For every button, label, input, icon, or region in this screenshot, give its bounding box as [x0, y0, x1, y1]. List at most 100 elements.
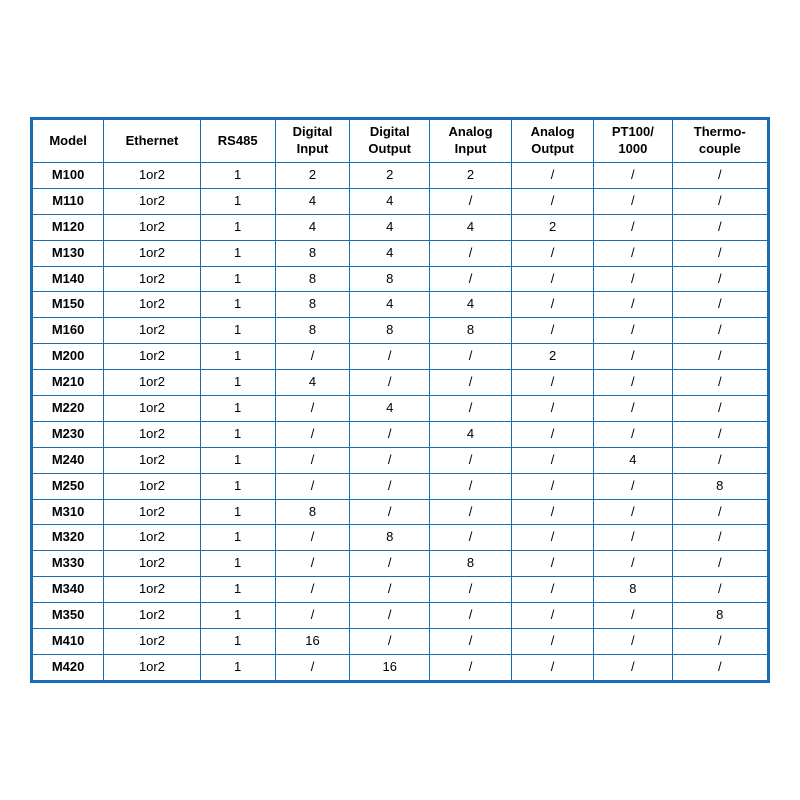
data-cell: /: [512, 162, 594, 188]
data-cell: 8: [430, 318, 512, 344]
model-cell: M230: [33, 421, 104, 447]
data-cell: 4: [275, 188, 350, 214]
data-cell: /: [512, 499, 594, 525]
data-cell: /: [672, 214, 767, 240]
data-cell: 8: [275, 292, 350, 318]
col-analog-output: AnalogOutput: [512, 120, 594, 163]
data-cell: /: [512, 292, 594, 318]
table-row: M1201or214442//: [33, 214, 768, 240]
data-cell: 1: [200, 240, 275, 266]
data-cell: /: [512, 421, 594, 447]
model-cell: M140: [33, 266, 104, 292]
data-cell: /: [512, 266, 594, 292]
table-row: M1601or21888///: [33, 318, 768, 344]
model-cell: M340: [33, 577, 104, 603]
data-cell: /: [350, 499, 430, 525]
data-cell: /: [594, 396, 672, 422]
col-pt100: PT100/1000: [594, 120, 672, 163]
data-cell: 1: [200, 318, 275, 344]
data-cell: /: [275, 421, 350, 447]
data-cell: 2: [430, 162, 512, 188]
spec-table: Model Ethernet RS485 DigitalInput Digita…: [32, 119, 768, 681]
table-row: M2101or214/////: [33, 370, 768, 396]
model-cell: M120: [33, 214, 104, 240]
data-cell: /: [512, 551, 594, 577]
data-cell: /: [672, 577, 767, 603]
table-container: Model Ethernet RS485 DigitalInput Digita…: [30, 117, 770, 683]
data-cell: /: [512, 525, 594, 551]
data-cell: /: [430, 370, 512, 396]
data-cell: /: [594, 240, 672, 266]
data-cell: 2: [512, 344, 594, 370]
data-cell: /: [350, 447, 430, 473]
data-cell: 1or2: [104, 266, 201, 292]
data-cell: /: [672, 654, 767, 680]
data-cell: /: [512, 654, 594, 680]
model-cell: M310: [33, 499, 104, 525]
data-cell: 1or2: [104, 654, 201, 680]
data-cell: 8: [275, 240, 350, 266]
data-cell: /: [512, 318, 594, 344]
data-cell: /: [430, 266, 512, 292]
table-row: M1001or21222///: [33, 162, 768, 188]
data-cell: /: [430, 577, 512, 603]
data-cell: 1: [200, 525, 275, 551]
col-digital-input: DigitalInput: [275, 120, 350, 163]
data-cell: /: [672, 629, 767, 655]
data-cell: 1or2: [104, 318, 201, 344]
col-model: Model: [33, 120, 104, 163]
model-cell: M240: [33, 447, 104, 473]
data-cell: 1: [200, 214, 275, 240]
data-cell: /: [430, 603, 512, 629]
data-cell: 1: [200, 499, 275, 525]
data-cell: 1or2: [104, 370, 201, 396]
data-cell: /: [275, 525, 350, 551]
table-row: M2301or21//4///: [33, 421, 768, 447]
data-cell: /: [594, 654, 672, 680]
data-cell: 1: [200, 188, 275, 214]
data-cell: 1: [200, 370, 275, 396]
data-cell: /: [672, 447, 767, 473]
data-cell: /: [430, 447, 512, 473]
data-cell: /: [672, 421, 767, 447]
data-cell: 4: [594, 447, 672, 473]
data-cell: /: [594, 266, 672, 292]
data-cell: /: [594, 525, 672, 551]
data-cell: /: [350, 370, 430, 396]
data-cell: 4: [350, 292, 430, 318]
data-cell: 8: [275, 266, 350, 292]
data-cell: /: [512, 396, 594, 422]
data-cell: 2: [275, 162, 350, 188]
data-cell: 1: [200, 577, 275, 603]
data-cell: 1or2: [104, 525, 201, 551]
data-cell: /: [594, 629, 672, 655]
data-cell: 4: [275, 370, 350, 396]
model-cell: M410: [33, 629, 104, 655]
table-row: M3501or21/////8: [33, 603, 768, 629]
data-cell: 1or2: [104, 214, 201, 240]
data-cell: /: [594, 603, 672, 629]
data-cell: 1or2: [104, 240, 201, 266]
data-cell: /: [430, 629, 512, 655]
data-cell: 4: [350, 240, 430, 266]
data-cell: 1or2: [104, 162, 201, 188]
data-cell: 16: [275, 629, 350, 655]
table-row: M1301or2184////: [33, 240, 768, 266]
model-cell: M160: [33, 318, 104, 344]
data-cell: 1: [200, 447, 275, 473]
data-cell: 1or2: [104, 629, 201, 655]
data-cell: /: [512, 473, 594, 499]
data-cell: 4: [430, 292, 512, 318]
data-cell: 1: [200, 266, 275, 292]
data-cell: /: [594, 292, 672, 318]
data-cell: 1or2: [104, 473, 201, 499]
data-cell: /: [672, 162, 767, 188]
data-cell: /: [672, 318, 767, 344]
data-cell: /: [275, 551, 350, 577]
data-cell: /: [350, 421, 430, 447]
table-row: M1101or2144////: [33, 188, 768, 214]
model-cell: M110: [33, 188, 104, 214]
data-cell: 4: [275, 214, 350, 240]
data-cell: /: [512, 577, 594, 603]
table-row: M1501or21844///: [33, 292, 768, 318]
